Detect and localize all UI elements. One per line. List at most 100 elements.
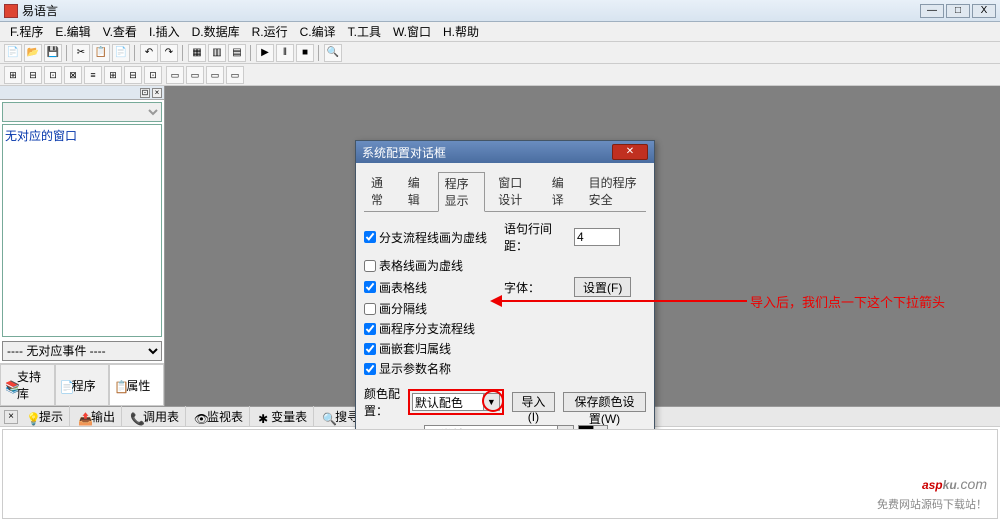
tb2-10[interactable]: ▭ xyxy=(186,66,204,84)
tb2-7[interactable]: ⊟ xyxy=(124,66,142,84)
cut-icon[interactable]: ✂ xyxy=(72,44,90,62)
sidebar-event-combo[interactable]: ---- 无对应事件 ---- xyxy=(2,341,162,361)
tab-edit[interactable]: 编辑 xyxy=(401,171,432,211)
color-combo-highlight: 默认配色 ▼ xyxy=(408,389,504,415)
pause-icon[interactable]: ‖ xyxy=(276,44,294,62)
new-icon[interactable]: 📄 xyxy=(4,44,22,62)
menubar: F.程序 E.编辑 V.查看 I.插入 D.数据库 R.运行 C.编译 T.工具… xyxy=(0,22,1000,42)
stop-icon[interactable]: ■ xyxy=(296,44,314,62)
view3-icon[interactable]: ▤ xyxy=(228,44,246,62)
dialog-close-button[interactable]: ✕ xyxy=(612,144,648,160)
tb2-12[interactable]: ▭ xyxy=(226,66,244,84)
sidebar-tab-program[interactable]: 📄程序 xyxy=(55,364,110,406)
menu-help[interactable]: H.帮助 xyxy=(437,21,485,42)
menu-database[interactable]: D.数据库 xyxy=(186,21,246,42)
close-button[interactable]: X xyxy=(972,4,996,18)
undo-icon[interactable]: ↶ xyxy=(140,44,158,62)
spacing-input[interactable] xyxy=(574,228,620,246)
open-icon[interactable]: 📂 xyxy=(24,44,42,62)
menu-program[interactable]: F.程序 xyxy=(4,21,49,42)
bottom-close-icon[interactable]: × xyxy=(4,410,18,424)
program-icon: 📄 xyxy=(60,380,70,390)
toolbar-secondary: ⊞ ⊟ ⊡ ⊠ ≡ ⊞ ⊟ ⊡ ▭ ▭ ▭ ▭ xyxy=(0,64,1000,86)
view-icon[interactable]: ▦ xyxy=(188,44,206,62)
menu-insert[interactable]: I.插入 xyxy=(143,21,186,42)
sidebar-combo-select[interactable] xyxy=(2,102,162,122)
minimize-button[interactable]: — xyxy=(920,4,944,18)
check-branch-dashed[interactable]: 分支流程线画为虚线 xyxy=(364,229,504,246)
checkbox[interactable] xyxy=(364,281,376,293)
menu-window[interactable]: W.窗口 xyxy=(387,21,437,42)
check-show-param-names[interactable]: 显示参数名称 xyxy=(364,360,504,377)
bottom-tab-calls[interactable]: 📞调用表 xyxy=(124,406,186,427)
dialog-titlebar[interactable]: 系统配置对话框 ✕ xyxy=(356,141,654,163)
annotation-arrow-line xyxy=(497,300,747,302)
checkbox[interactable] xyxy=(364,231,376,243)
check-label: 画表格线 xyxy=(379,279,427,296)
maximize-button[interactable]: □ xyxy=(946,4,970,18)
toolbar-main: 📄 📂 💾 ✂ 📋 📄 ↶ ↷ ▦ ▥ ▤ ▶ ‖ ■ 🔍 xyxy=(0,42,1000,64)
check-label: 画程序分支流程线 xyxy=(379,320,475,337)
bottom-tab-label: 输出 xyxy=(91,408,115,425)
tab-display[interactable]: 程序显示 xyxy=(438,172,486,212)
menu-compile[interactable]: C.编译 xyxy=(294,21,342,42)
checkbox[interactable] xyxy=(364,303,376,315)
copy-icon[interactable]: 📋 xyxy=(92,44,110,62)
spacing-label: 语句行间距： xyxy=(504,220,574,254)
run-icon[interactable]: ▶ xyxy=(256,44,274,62)
sidebar-tab-properties[interactable]: 📋属性 xyxy=(109,364,164,406)
logo-grey: ku xyxy=(943,478,957,492)
check-draw-separator[interactable]: 画分隔线 xyxy=(364,300,504,317)
save-color-button[interactable]: 保存颜色设置(W) xyxy=(563,392,646,412)
check-draw-nested[interactable]: 画嵌套归属线 xyxy=(364,340,504,357)
sidebar-event-select[interactable]: ---- 无对应事件 ---- xyxy=(2,341,162,361)
tb2-9[interactable]: ▭ xyxy=(166,66,184,84)
bottom-tab-output[interactable]: 📤输出 xyxy=(72,406,122,427)
sidebar-pin-icon[interactable]: ⊡ xyxy=(140,88,150,98)
paste-icon[interactable]: 📄 xyxy=(112,44,130,62)
check-draw-grid[interactable]: 画表格线 xyxy=(364,279,504,296)
checkbox[interactable] xyxy=(364,363,376,375)
bottom-tab-watch[interactable]: 👁监视表 xyxy=(188,406,250,427)
tb2-3[interactable]: ⊡ xyxy=(44,66,62,84)
redo-icon[interactable]: ↷ xyxy=(160,44,178,62)
watermark-logo: aspku.com xyxy=(877,464,987,496)
tb2-1[interactable]: ⊞ xyxy=(4,66,22,84)
import-button[interactable]: 导入(I) xyxy=(512,392,555,412)
tb2-2[interactable]: ⊟ xyxy=(24,66,42,84)
color-combo-dropdown-arrow[interactable]: ▼ xyxy=(484,393,500,411)
tb2-5[interactable]: ≡ xyxy=(84,66,102,84)
menu-view[interactable]: V.查看 xyxy=(97,21,143,42)
tb2-11[interactable]: ▭ xyxy=(206,66,224,84)
dialog-title: 系统配置对话框 xyxy=(362,144,612,161)
tab-general[interactable]: 通常 xyxy=(364,171,395,211)
view2-icon[interactable]: ▥ xyxy=(208,44,226,62)
sidebar-combo[interactable] xyxy=(2,102,162,122)
menu-run[interactable]: R.运行 xyxy=(246,21,294,42)
color-scheme-combo[interactable]: 默认配色 xyxy=(412,393,484,411)
check-draw-branch[interactable]: 画程序分支流程线 xyxy=(364,320,504,337)
check-grid-dashed[interactable]: 表格线画为虚线 xyxy=(364,257,504,274)
tb2-4[interactable]: ⊠ xyxy=(64,66,82,84)
bottom-tab-vars[interactable]: ✱变量表 xyxy=(252,406,314,427)
output-icon: 📤 xyxy=(78,412,88,422)
menu-tools[interactable]: T.工具 xyxy=(342,21,387,42)
sidebar-close-icon[interactable]: × xyxy=(152,88,162,98)
find-icon[interactable]: 🔍 xyxy=(324,44,342,62)
tab-compile[interactable]: 编译 xyxy=(545,171,576,211)
tb2-8[interactable]: ⊡ xyxy=(144,66,162,84)
tb2-6[interactable]: ⊞ xyxy=(104,66,122,84)
checkbox[interactable] xyxy=(364,343,376,355)
tab-window-design[interactable]: 窗口设计 xyxy=(491,171,539,211)
menu-edit[interactable]: E.编辑 xyxy=(49,21,96,42)
save-icon[interactable]: 💾 xyxy=(44,44,62,62)
tab-security[interactable]: 目的程序安全 xyxy=(582,171,646,211)
sidebar-tab-library[interactable]: 📚支持库 xyxy=(0,364,55,406)
font-settings-button[interactable]: 设置(F) xyxy=(574,277,631,297)
checkbox[interactable] xyxy=(364,260,376,272)
logo-red: asp xyxy=(922,478,943,492)
call-icon: 📞 xyxy=(130,412,140,422)
bottom-tab-hint[interactable]: 💡提示 xyxy=(20,406,70,427)
app-icon xyxy=(4,4,18,18)
checkbox[interactable] xyxy=(364,323,376,335)
